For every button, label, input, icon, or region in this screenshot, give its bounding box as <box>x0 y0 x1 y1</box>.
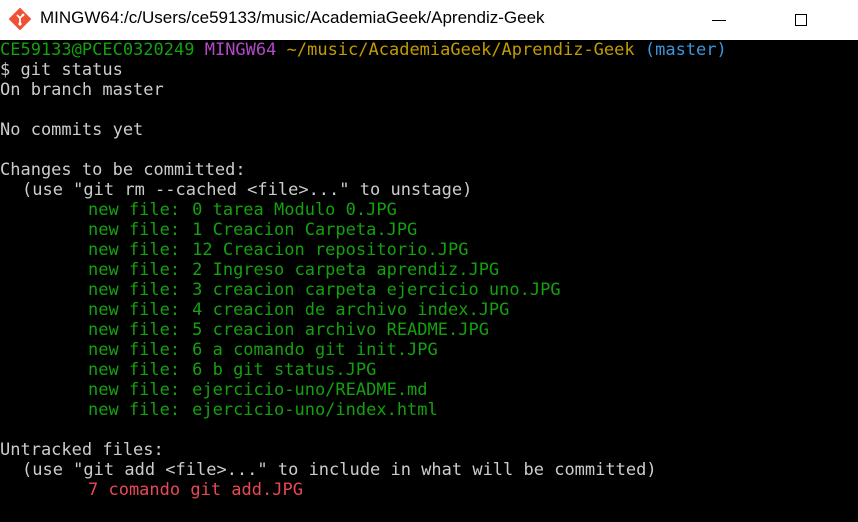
staged-file-row: new file: 3 creacion carpeta ejercicio un… <box>0 280 858 300</box>
file-name: 0 tarea Modulo 0.JPG <box>192 200 397 220</box>
git-bash-icon <box>8 7 32 31</box>
file-status: new file: <box>88 240 181 260</box>
staged-file-row: new file: ejercicio-uno/README.md <box>0 380 858 400</box>
staged-file-row: new file: 6 a comando git init.JPG <box>0 340 858 360</box>
file-status: new file: <box>88 380 181 400</box>
file-name: 12 Creacion repositorio.JPG <box>192 240 469 260</box>
command-line: $ git status <box>0 60 123 80</box>
file-name: 2 Ingreso carpeta aprendiz.JPG <box>192 260 500 280</box>
file-status: new file: <box>88 260 181 280</box>
prompt-branch: (master) <box>644 40 727 60</box>
staged-file-row: new file: 12 Creacion repositorio.JPG <box>0 240 858 260</box>
staged-file-row: new file: 4 creacion de archivo index.JPG <box>0 300 858 320</box>
shell-prompt: CE59133@PCEC0320249 MINGW64 ~/music/Acad… <box>0 40 858 60</box>
minimize-icon <box>712 19 726 21</box>
file-status: new file: <box>88 300 181 320</box>
untracked-header: Untracked files: <box>0 440 164 460</box>
file-status: new file: <box>88 360 181 380</box>
file-status: new file: <box>88 340 181 360</box>
file-status: new file: <box>88 320 181 340</box>
maximize-button[interactable] <box>778 0 824 40</box>
staged-file-row: new file: 5 creacion archivo README.JPG <box>0 320 858 340</box>
file-status: new file: <box>88 220 181 240</box>
no-commits-message: No commits yet <box>0 120 144 140</box>
staged-file-row: new file: 1 Creacion Carpeta.JPG <box>0 220 858 240</box>
file-name: 1 Creacion Carpeta.JPG <box>192 220 418 240</box>
staged-header: Changes to be committed: <box>0 160 246 180</box>
staged-file-row: new file: 6 b git status.JPG <box>0 360 858 380</box>
file-name: 3 creacion carpeta ejercicio uno.JPG <box>192 280 561 300</box>
prompt-user-host: CE59133@PCEC0320249 <box>0 40 195 60</box>
title-bar[interactable]: MINGW64:/c/Users/ce59133/music/AcademiaG… <box>0 0 858 40</box>
file-name: 6 a comando git init.JPG <box>192 340 438 360</box>
branch-info: On branch master <box>0 80 164 100</box>
file-status: new file: <box>88 200 181 220</box>
file-name: 6 b git status.JPG <box>192 360 377 380</box>
staged-file-row: new file: 2 Ingreso carpeta aprendiz.JPG <box>0 260 858 280</box>
staged-file-row: new file: ejercicio-uno/index.html <box>0 400 858 420</box>
file-status: new file: <box>88 400 181 420</box>
prompt-path: ~/music/AcademiaGeek/Aprendiz-Geek <box>286 40 635 60</box>
file-name: 4 creacion de archivo index.JPG <box>192 300 510 320</box>
window-title: MINGW64:/c/Users/ce59133/music/AcademiaG… <box>40 8 545 27</box>
terminal-output[interactable]: CE59133@PCEC0320249 MINGW64 ~/music/Acad… <box>0 40 858 522</box>
maximize-icon <box>795 14 807 26</box>
staged-file-row: new file: 0 tarea Modulo 0.JPG <box>0 200 858 220</box>
file-name: ejercicio-uno/index.html <box>192 400 438 420</box>
file-name: ejercicio-uno/README.md <box>192 380 428 400</box>
file-status: new file: <box>88 280 181 300</box>
untracked-file: 7 comando git add.JPG <box>88 480 303 500</box>
file-name: 5 creacion archivo README.JPG <box>192 320 489 340</box>
staged-hint: (use "git rm --cached <file>..." to unst… <box>22 180 473 200</box>
minimize-button[interactable] <box>696 0 742 40</box>
untracked-hint: (use "git add <file>..." to include in w… <box>22 460 657 480</box>
prompt-env: MINGW64 <box>204 40 277 60</box>
